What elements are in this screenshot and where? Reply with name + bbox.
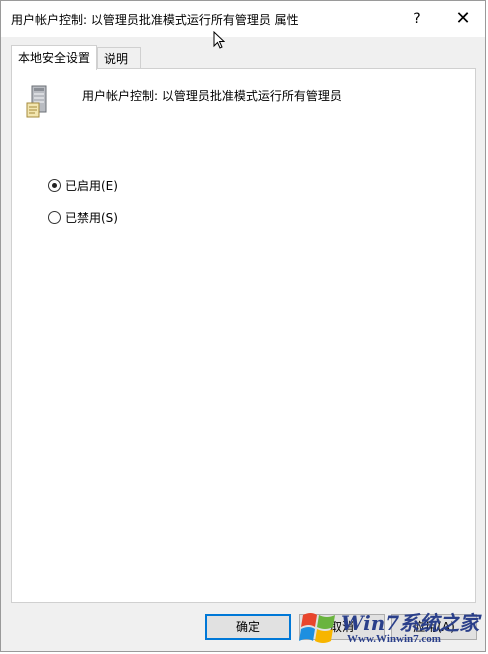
radio-disabled-label[interactable]: 已禁用(S) (65, 211, 118, 225)
radio-unchecked-icon[interactable] (48, 211, 61, 224)
window-title: 用户帐户控制: 以管理员批准模式运行所有管理员 属性 (11, 13, 299, 27)
tab-local-security-setting[interactable]: 本地安全设置 (11, 45, 97, 70)
close-button[interactable]: ✕ (441, 1, 485, 37)
mouse-cursor-icon (213, 31, 225, 49)
server-policy-icon (26, 85, 47, 118)
title-bar: 用户帐户控制: 以管理员批准模式运行所有管理员 属性 ? ✕ (1, 1, 485, 37)
apply-button[interactable]: 应用(A) (391, 614, 477, 640)
radio-disabled[interactable]: 已禁用(S) (48, 209, 118, 227)
properties-dialog: 用户帐户控制: 以管理员批准模式运行所有管理员 属性 ? ✕ 本地安全设置 说明… (0, 0, 486, 652)
radio-checked-icon[interactable] (48, 179, 61, 192)
cancel-button[interactable]: 取消 (299, 614, 385, 640)
help-button[interactable]: ? (395, 1, 439, 37)
radio-enabled-label[interactable]: 已启用(E) (65, 179, 118, 193)
tab-panel: 用户帐户控制: 以管理员批准模式运行所有管理员 已启用(E) 已禁用(S) (11, 68, 476, 603)
ok-button[interactable]: 确定 (205, 614, 291, 640)
tab-explain[interactable]: 说明 (97, 47, 141, 69)
radio-enabled[interactable]: 已启用(E) (48, 177, 118, 195)
policy-title: 用户帐户控制: 以管理员批准模式运行所有管理员 (82, 89, 342, 103)
